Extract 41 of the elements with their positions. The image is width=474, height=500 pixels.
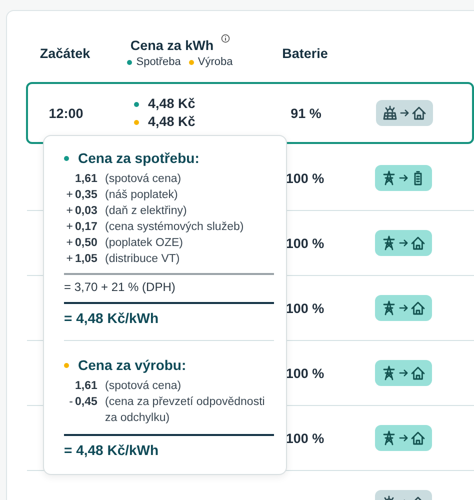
legend-label: Spotřeba xyxy=(136,56,181,68)
amount-note: (distribuce VT) xyxy=(104,252,181,267)
amount: 1,61 xyxy=(74,379,98,394)
legend-label: Výroba xyxy=(198,56,233,68)
amount: 0,35 xyxy=(74,188,98,203)
subtotal-text: = 3,70 + 21 % (DPH) xyxy=(64,280,176,294)
column-header: Začátek xyxy=(40,46,90,60)
operator-sign: + xyxy=(65,252,74,267)
amount: 0,17 xyxy=(74,220,98,235)
amount-note: (cena systémových služeb) xyxy=(104,220,245,235)
price-value: 4,48 Kč xyxy=(148,113,196,131)
battery-level: 100 % xyxy=(286,366,324,380)
operator-sign: + xyxy=(65,236,74,251)
operator-sign: + xyxy=(65,220,74,235)
amount-note: (spotová cena) xyxy=(104,379,182,394)
total-price: = 4,48 Kč/kWh xyxy=(64,442,160,458)
amount: 1,61 xyxy=(74,172,98,187)
battery-level: 100 % xyxy=(286,236,324,250)
amount-note: (spotová cena) xyxy=(104,172,182,187)
column-header: Baterie xyxy=(282,46,328,60)
section-title: Cena za výrobu: xyxy=(78,357,186,373)
section-title: Cena za spotřebu: xyxy=(78,150,200,166)
amount-note: (náš poplatek) xyxy=(104,188,179,203)
start-time: 12:00 xyxy=(48,106,84,120)
battery-level: 100 % xyxy=(286,300,324,316)
amount-note: (cena za převzetí odpovědnosti za odchylku) xyxy=(104,395,266,426)
operator-sign: - xyxy=(68,395,74,410)
price-value: 4,48 Kč xyxy=(148,95,196,113)
total-price: = 4,48 Kč/kWh xyxy=(64,310,160,326)
amount: 0,50 xyxy=(74,236,98,251)
amount: 0,03 xyxy=(74,204,98,219)
battery-level: 100 % xyxy=(286,170,324,186)
amount: 0,45 xyxy=(74,395,98,410)
amount-note: (daň z elektřiny) xyxy=(104,204,188,219)
column-header: Cena za kWh xyxy=(130,38,214,53)
amount-note: (poplatek OZE) xyxy=(104,236,184,251)
battery-level: 100 % xyxy=(286,430,324,446)
amount: 1,05 xyxy=(74,252,98,267)
operator-sign: + xyxy=(65,204,74,219)
battery-level: 91 % xyxy=(290,106,322,120)
operator-sign: + xyxy=(65,188,74,203)
